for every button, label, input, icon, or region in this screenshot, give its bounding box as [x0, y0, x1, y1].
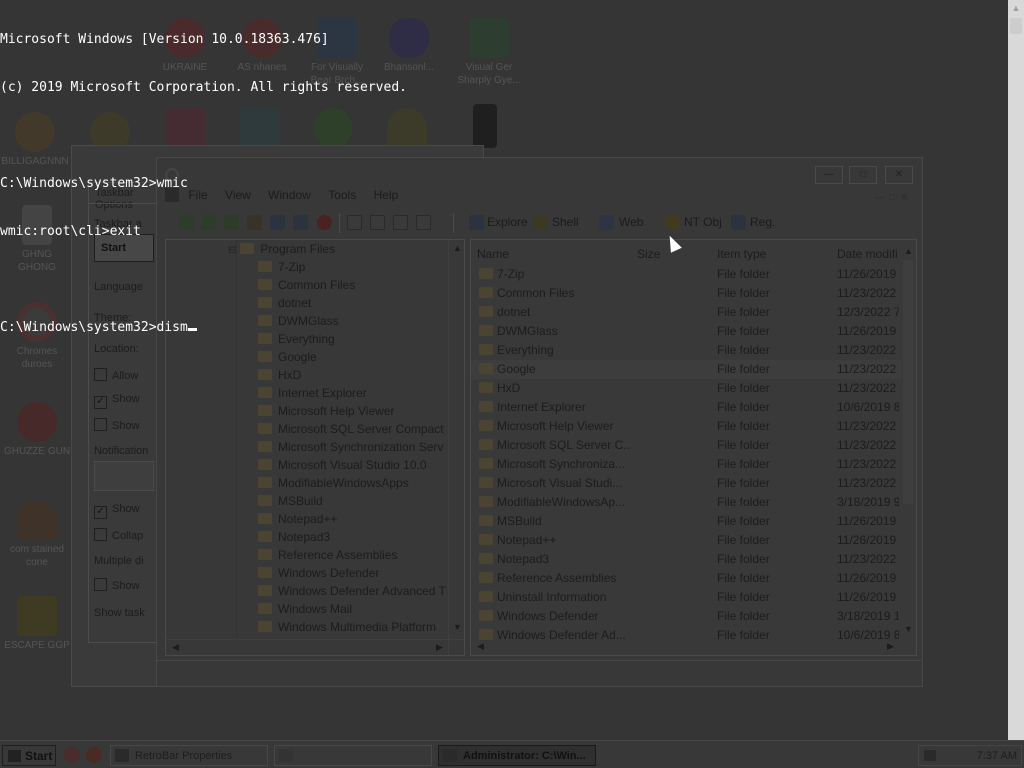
console-line: C:\Windows\system32>dism [0, 320, 188, 335]
scroll-thumb[interactable] [1010, 18, 1022, 34]
taskbar-button-explorer[interactable] [274, 745, 432, 766]
console-prompt-line[interactable]: C:\Windows\system32>dism [0, 320, 1008, 336]
scroll-up-arrow-icon[interactable]: ▲ [1008, 0, 1024, 16]
console-output[interactable]: Microsoft Windows [Version 10.0.18363.47… [0, 0, 1008, 740]
windows-logo-icon [8, 750, 21, 762]
clock[interactable]: 7:37 AM [977, 750, 1017, 762]
quicklaunch-icon[interactable] [86, 747, 102, 763]
app-icon [115, 749, 129, 762]
taskbar-button-retrobar-properties[interactable]: RetroBar Properties [110, 745, 268, 766]
start-button[interactable]: Start [2, 745, 56, 766]
console-line: wmic:root\cli>exit [0, 224, 141, 239]
text-cursor [187, 328, 197, 331]
console-line: C:\Windows\system32>wmic [0, 176, 188, 191]
console-line: Microsoft Windows [Version 10.0.18363.47… [0, 32, 329, 47]
app-icon [279, 749, 293, 762]
console-line: (c) 2019 Microsoft Corporation. All righ… [0, 80, 407, 95]
notification-area: 7:37 AM [918, 745, 1022, 766]
taskbar: Start RetroBar Properties Administrator:… [0, 740, 1024, 768]
taskbar-button-command-prompt[interactable]: Administrator: C:\Win... [438, 745, 596, 766]
volume-icon[interactable] [924, 750, 936, 761]
chrome-quicklaunch-icon[interactable] [64, 747, 80, 763]
console-vertical-scrollbar[interactable]: ▲ [1008, 0, 1024, 740]
console-icon [443, 749, 457, 762]
